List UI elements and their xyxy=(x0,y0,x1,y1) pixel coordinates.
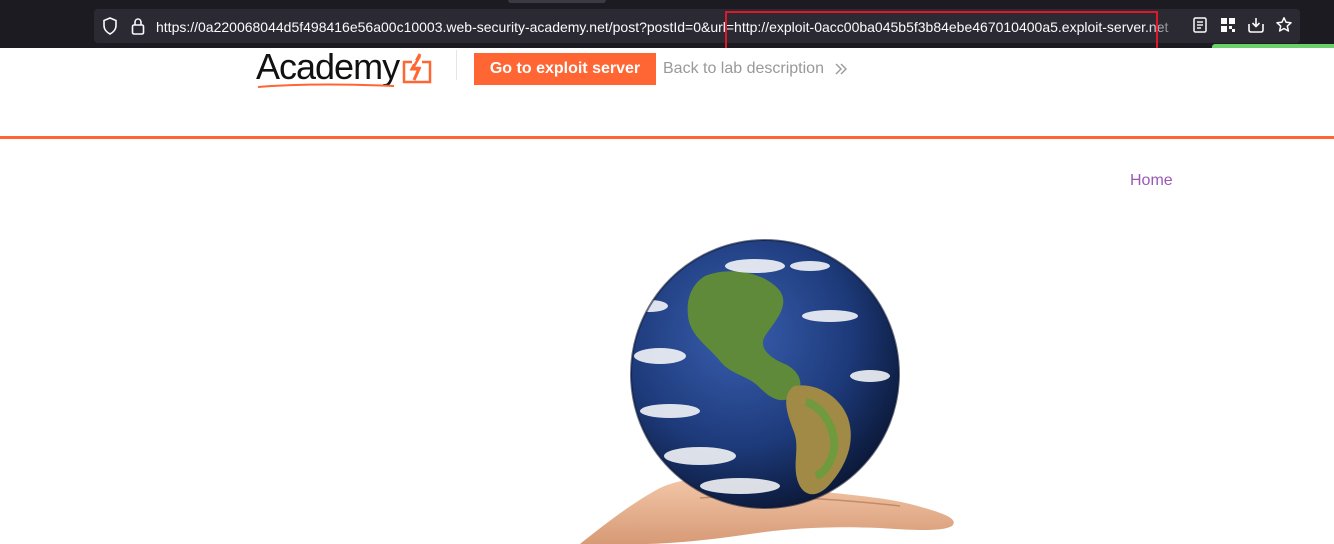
bookmark-star-icon[interactable] xyxy=(1275,16,1293,34)
post-hero-image-globe-on-hand xyxy=(580,239,954,544)
logo-lightning-icon xyxy=(402,53,432,84)
back-link-label: Back to lab description xyxy=(663,60,824,77)
back-to-lab-description-link[interactable]: Back to lab description xyxy=(663,59,848,79)
web-security-academy-logo[interactable]: Academy xyxy=(256,46,432,88)
url-param-highlight-box xyxy=(725,11,1158,50)
logo-underline xyxy=(257,83,395,88)
lock-icon[interactable] xyxy=(130,17,146,35)
logo-text: Academy xyxy=(256,46,400,87)
save-to-pocket-icon[interactable] xyxy=(1247,16,1265,34)
qr-code-icon[interactable] xyxy=(1219,16,1237,34)
browser-toolbar: https://0a220068044d5f498416e56a00c10003… xyxy=(0,0,1334,50)
go-to-exploit-server-button[interactable]: Go to exploit server xyxy=(474,53,656,85)
home-link[interactable]: Home xyxy=(1130,171,1173,191)
double-chevron-right-icon xyxy=(835,63,848,75)
tab-strip-edge xyxy=(508,0,606,3)
shield-icon[interactable] xyxy=(102,17,118,35)
lab-header: Academy Go to exploit server Back to lab… xyxy=(0,48,1334,137)
reader-view-icon[interactable] xyxy=(1191,16,1209,34)
header-separator xyxy=(0,136,1334,139)
header-divider xyxy=(456,50,457,80)
